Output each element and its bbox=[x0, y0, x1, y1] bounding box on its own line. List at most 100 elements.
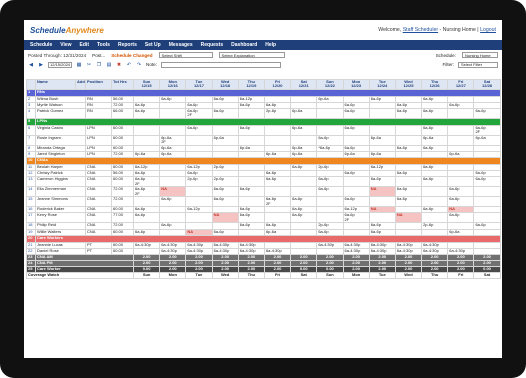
menu-item-edit[interactable]: Edit bbox=[80, 42, 89, 48]
shift-cell[interactable] bbox=[316, 125, 344, 136]
shift-cell[interactable] bbox=[394, 125, 423, 136]
shift-cell[interactable]: 6a-6p bbox=[211, 108, 239, 119]
shift-cell[interactable] bbox=[211, 125, 239, 136]
date-input[interactable]: 12/15/2024 bbox=[48, 61, 72, 68]
shift-cell[interactable] bbox=[421, 196, 449, 208]
shift-cell[interactable] bbox=[237, 176, 265, 188]
shift-cell[interactable]: NA bbox=[159, 186, 187, 198]
shift-cell[interactable] bbox=[316, 196, 344, 208]
day-header[interactable]: Wed 12/25 bbox=[394, 79, 423, 90]
shift-cell[interactable]: 2p-6p bbox=[211, 176, 239, 188]
shift-cell[interactable]: 6a-6p 2F bbox=[132, 176, 161, 188]
shift-cell[interactable]: 6a-6p bbox=[159, 196, 187, 208]
shift-cell[interactable]: 6a-6p bbox=[421, 176, 449, 188]
employee-name[interactable]: Rosie Ingram bbox=[35, 135, 86, 146]
shift-cell[interactable] bbox=[263, 212, 292, 224]
shift-cell[interactable]: 6a-6p bbox=[263, 176, 292, 188]
shift-cell[interactable] bbox=[394, 135, 423, 146]
shift-cell[interactable] bbox=[237, 196, 265, 208]
shift-cell[interactable]: 6p-6a bbox=[421, 135, 449, 146]
next-week-icon[interactable]: ▶ bbox=[38, 62, 44, 68]
menu-item-dashboard[interactable]: Dashboard bbox=[231, 42, 257, 48]
shift-cell[interactable]: 6a-6p bbox=[316, 186, 344, 198]
shift-cell[interactable]: 6p-6a bbox=[368, 135, 396, 146]
employee-name[interactable]: Kerry Rose bbox=[35, 212, 86, 224]
menu-item-view[interactable]: View bbox=[60, 42, 71, 48]
menu-item-help[interactable]: Help bbox=[265, 42, 276, 48]
note-input[interactable] bbox=[160, 61, 281, 68]
shift-cell[interactable] bbox=[473, 212, 501, 224]
shift-cell[interactable]: 6a-6p bbox=[342, 108, 370, 119]
shift-cell[interactable] bbox=[342, 176, 370, 188]
shift-cell[interactable] bbox=[290, 186, 318, 198]
shift-cell[interactable] bbox=[316, 108, 344, 119]
shift-cell[interactable]: 6a-6p bbox=[447, 196, 475, 208]
day-header[interactable]: Sat 12/21 bbox=[290, 79, 318, 90]
shift-cell[interactable]: 6a-6p bbox=[211, 186, 239, 198]
shift-cell[interactable] bbox=[368, 196, 396, 208]
shift-cell[interactable]: 6a-6p bbox=[421, 108, 449, 119]
shift-cell[interactable]: 6a-6p bbox=[342, 125, 370, 136]
employee-name[interactable]: Virginia Castro bbox=[35, 125, 86, 136]
shift-cell[interactable]: 6p-6a bbox=[290, 108, 318, 119]
shift-cell[interactable] bbox=[159, 125, 187, 136]
shift-cell[interactable] bbox=[132, 135, 161, 146]
day-header[interactable]: Fri 12/27 bbox=[447, 79, 475, 90]
shift-cell[interactable]: 6a-6p bbox=[316, 135, 344, 146]
shift-cell[interactable]: 2p-6p bbox=[185, 176, 213, 188]
shift-cell[interactable] bbox=[290, 176, 318, 188]
explanation-select[interactable]: Select Explanation bbox=[218, 52, 285, 58]
shift-cell[interactable]: 2p-6p bbox=[263, 108, 292, 119]
shift-select[interactable]: Select Shift bbox=[158, 52, 213, 58]
menu-item-schedule[interactable]: Schedule bbox=[30, 42, 52, 48]
shift-cell[interactable]: NA bbox=[211, 212, 239, 224]
shift-cell[interactable] bbox=[421, 212, 449, 224]
redo-icon[interactable]: ↷ bbox=[136, 62, 142, 68]
shift-cell[interactable] bbox=[185, 196, 213, 208]
shift-cell[interactable] bbox=[368, 125, 396, 136]
logout-link[interactable]: Logout bbox=[480, 27, 496, 33]
shift-cell[interactable] bbox=[290, 135, 318, 146]
shift-cell[interactable]: 6a-6p bbox=[368, 176, 396, 188]
shift-cell[interactable]: 6a-6p bbox=[237, 186, 265, 198]
shift-cell[interactable] bbox=[447, 108, 475, 119]
shift-cell[interactable]: 6a-6p 2F bbox=[132, 186, 161, 198]
shift-cell[interactable]: 6a-6p 2F bbox=[185, 108, 213, 119]
shift-cell[interactable]: NA bbox=[394, 212, 423, 224]
shift-cell[interactable] bbox=[159, 176, 187, 188]
shift-cell[interactable] bbox=[263, 186, 292, 198]
shift-cell[interactable] bbox=[132, 125, 161, 136]
shift-cell[interactable]: 6p-6a bbox=[290, 125, 318, 136]
calendar-icon[interactable]: ▦ bbox=[76, 62, 82, 68]
shift-cell[interactable]: 6a-6p bbox=[394, 186, 423, 198]
employee-name[interactable]: Ella Zimmerman bbox=[35, 186, 86, 198]
employee-name[interactable]: Jeanne Simmons bbox=[35, 196, 86, 208]
shift-cell[interactable]: 6a-6p bbox=[290, 212, 318, 224]
coverage-watch-label[interactable]: Coverage Watch bbox=[26, 272, 134, 280]
copy-icon[interactable]: ❐ bbox=[96, 62, 102, 68]
shift-cell[interactable] bbox=[185, 135, 213, 146]
user-link[interactable]: Staff Scheduler bbox=[403, 27, 438, 33]
menu-item-requests[interactable]: Requests bbox=[201, 42, 224, 48]
shift-cell[interactable]: 6a-6p bbox=[237, 212, 265, 224]
shift-cell[interactable] bbox=[263, 135, 292, 146]
day-header[interactable]: Sun 12/15 bbox=[132, 79, 161, 90]
shift-cell[interactable] bbox=[447, 135, 475, 146]
shift-cell[interactable]: 6a-6p bbox=[473, 176, 501, 188]
employee-name[interactable]: Patrick Gomez bbox=[35, 108, 86, 119]
shift-cell[interactable]: 6a-6p bbox=[316, 176, 344, 188]
shift-cell[interactable] bbox=[368, 212, 396, 224]
day-header[interactable]: Sat 12/28 bbox=[473, 79, 501, 90]
undo-icon[interactable]: ↶ bbox=[126, 62, 132, 68]
shift-cell[interactable]: 6a-6p bbox=[473, 108, 501, 119]
prev-week-icon[interactable]: ◀ bbox=[28, 62, 34, 68]
shift-cell[interactable] bbox=[447, 176, 475, 188]
menu-item-reports[interactable]: Reports bbox=[118, 42, 137, 48]
menu-item-tools[interactable]: Tools bbox=[97, 42, 110, 48]
name-header[interactable]: Name bbox=[35, 79, 76, 90]
shift-cell[interactable]: NA bbox=[368, 186, 396, 198]
day-header[interactable]: Mon 12/23 bbox=[342, 79, 370, 90]
shift-cell[interactable] bbox=[159, 108, 187, 119]
filter-select[interactable]: Select Filter bbox=[458, 61, 498, 68]
shift-cell[interactable]: 6p-6a 2F bbox=[159, 135, 187, 146]
